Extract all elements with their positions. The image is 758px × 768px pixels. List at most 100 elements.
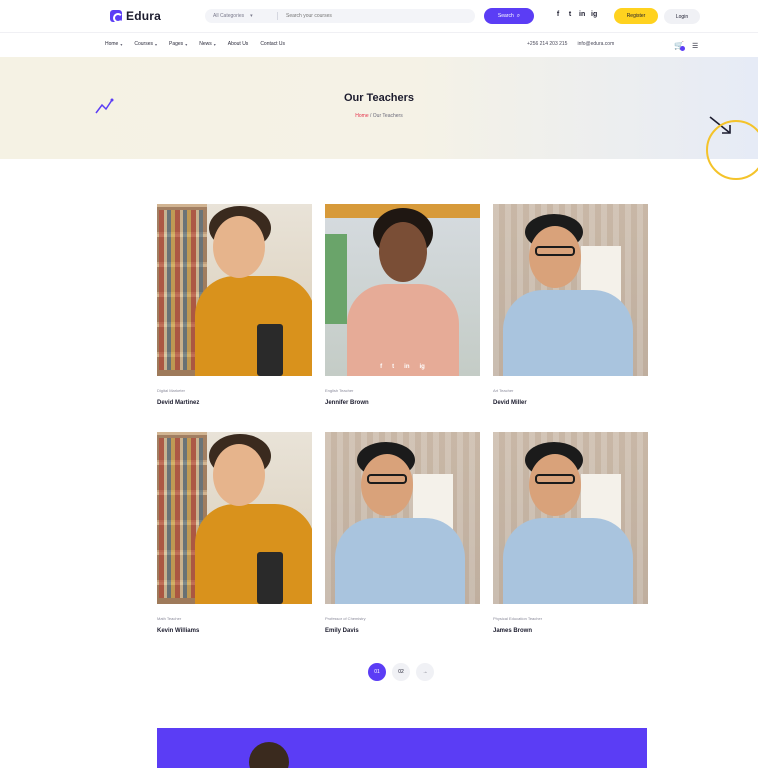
- teacher-role: Math Teacher: [157, 616, 182, 621]
- facebook-icon[interactable]: f: [380, 364, 382, 370]
- chevron-down-icon: ▾: [120, 41, 123, 47]
- torso: [195, 276, 312, 376]
- nav-item-contact[interactable]: Contact Us: [260, 41, 285, 47]
- torso: [195, 504, 312, 604]
- page-hero: Our Teachers Home / Our Teachers: [0, 57, 758, 159]
- head: [361, 454, 413, 516]
- decorative-ring: [706, 120, 758, 180]
- teacher-role: Professor of Chemistry: [325, 616, 366, 621]
- cart-badge: [680, 46, 685, 51]
- head: [213, 444, 265, 506]
- nav-item-home[interactable]: Home ▾: [105, 41, 122, 47]
- teacher-name[interactable]: Kevin Williams: [157, 628, 199, 634]
- main-nav: Home ▾ Courses ▾ Pages ▾ News ▾ About Us Con…: [105, 41, 285, 47]
- teacher-name[interactable]: James Brown: [493, 628, 532, 634]
- instagram-icon[interactable]: ig: [591, 11, 597, 19]
- search-button-label: Search: [497, 13, 514, 19]
- pagination: 01 02 →: [368, 663, 434, 681]
- login-button[interactable]: Login: [664, 9, 700, 24]
- breadcrumb: Home / Our Teachers: [0, 113, 758, 119]
- camera-decor: [257, 324, 283, 376]
- teacher-name[interactable]: Devid Martinez: [157, 400, 199, 406]
- glasses-decor: [367, 474, 407, 484]
- social-links: f t in ig: [555, 11, 597, 19]
- teacher-name[interactable]: Jennifer Brown: [325, 400, 369, 406]
- breadcrumb-home[interactable]: Home: [355, 113, 368, 119]
- nav-item-courses[interactable]: Courses ▾: [134, 41, 157, 47]
- teacher-card[interactable]: f t in ig English Teacher Jennifer Brown: [325, 204, 480, 406]
- page-title: Our Teachers: [343, 92, 415, 104]
- head: [213, 216, 265, 278]
- teacher-card[interactable]: Physical Education Teacher James Brown: [493, 432, 648, 634]
- linkedin-icon[interactable]: in: [579, 11, 585, 19]
- category-label: All Categories: [213, 13, 245, 19]
- torso: [347, 284, 459, 376]
- nav-label: Home: [105, 41, 119, 47]
- chevron-down-icon: ▾: [250, 13, 253, 19]
- search-input[interactable]: [278, 12, 448, 20]
- twitter-icon[interactable]: t: [567, 11, 573, 19]
- nav-label: Contact Us: [260, 41, 286, 47]
- cta-banner: [157, 728, 647, 768]
- email-link[interactable]: info@edura.com: [577, 41, 614, 47]
- teacher-card[interactable]: Digital Marketer Devid Martinez: [157, 204, 312, 406]
- board-decor: [325, 234, 347, 324]
- search-icon: ⌕: [516, 12, 521, 19]
- instagram-icon[interactable]: ig: [420, 364, 425, 370]
- header-top: Edura All Categories ▾ Search ⌕ f t in i…: [0, 0, 758, 32]
- teacher-role: Digital Marketer: [157, 388, 186, 393]
- teacher-name[interactable]: Devid Miller: [493, 400, 527, 406]
- breadcrumb-current: Our Teachers: [372, 113, 403, 119]
- linkedin-icon[interactable]: in: [404, 364, 409, 370]
- logo[interactable]: Edura: [110, 9, 161, 23]
- page-button-1[interactable]: 01: [368, 663, 386, 681]
- nav-label: Pages: [169, 41, 184, 47]
- phone-link[interactable]: +256 214 203 215: [527, 41, 567, 47]
- next-page-button[interactable]: →: [416, 663, 434, 681]
- chevron-down-icon: ▾: [213, 41, 216, 47]
- facebook-icon[interactable]: f: [555, 11, 561, 19]
- twitter-icon[interactable]: t: [392, 364, 394, 370]
- teacher-photo[interactable]: [493, 204, 648, 376]
- torso: [335, 518, 465, 604]
- camera-decor: [257, 552, 283, 604]
- head: [529, 226, 581, 288]
- card-social-links: f t in ig: [325, 364, 480, 370]
- search-button[interactable]: Search ⌕: [484, 8, 534, 24]
- page-button-2[interactable]: 02: [392, 663, 410, 681]
- category-select[interactable]: All Categories ▾: [205, 13, 277, 19]
- teacher-name[interactable]: Emily Davis: [325, 628, 359, 634]
- nav-item-about[interactable]: About Us: [228, 41, 249, 47]
- nav-item-pages[interactable]: Pages ▾: [169, 41, 187, 47]
- teacher-photo[interactable]: f t in ig: [325, 204, 480, 376]
- teacher-card[interactable]: Math Teacher Kevin Williams: [157, 432, 312, 634]
- nav-label: About Us: [227, 41, 249, 47]
- glasses-decor: [535, 474, 575, 484]
- torso: [503, 518, 633, 604]
- teacher-role: Physical Education Teacher: [493, 616, 543, 621]
- nav-label: News: [199, 41, 212, 47]
- search-bar: All Categories ▾: [205, 9, 475, 23]
- head: [379, 222, 427, 282]
- teacher-role: Art Teacher: [493, 388, 514, 393]
- teacher-card[interactable]: Art Teacher Devid Miller: [493, 204, 648, 406]
- glasses-decor: [535, 246, 575, 256]
- logo-icon: [110, 10, 123, 23]
- teacher-card[interactable]: Professor of Chemistry Emily Davis: [325, 432, 480, 634]
- teacher-photo[interactable]: [157, 432, 312, 604]
- teacher-photo[interactable]: [493, 432, 648, 604]
- teacher-role: English Teacher: [325, 388, 354, 393]
- chevron-down-icon: ▾: [154, 41, 157, 47]
- contact-info: +256 214 203 215 info@edura.com: [527, 41, 614, 47]
- teacher-photo[interactable]: [157, 204, 312, 376]
- nav-label: Courses: [134, 41, 153, 47]
- menu-icon[interactable]: ☰: [692, 42, 698, 50]
- teacher-photo[interactable]: [325, 432, 480, 604]
- cta-person-image: [249, 742, 289, 768]
- torso: [503, 290, 633, 376]
- register-button[interactable]: Register: [614, 8, 658, 24]
- head: [529, 454, 581, 516]
- nav-item-news[interactable]: News ▾: [199, 41, 216, 47]
- chevron-down-icon: ▾: [185, 41, 188, 47]
- logo-text: Edura: [126, 9, 162, 23]
